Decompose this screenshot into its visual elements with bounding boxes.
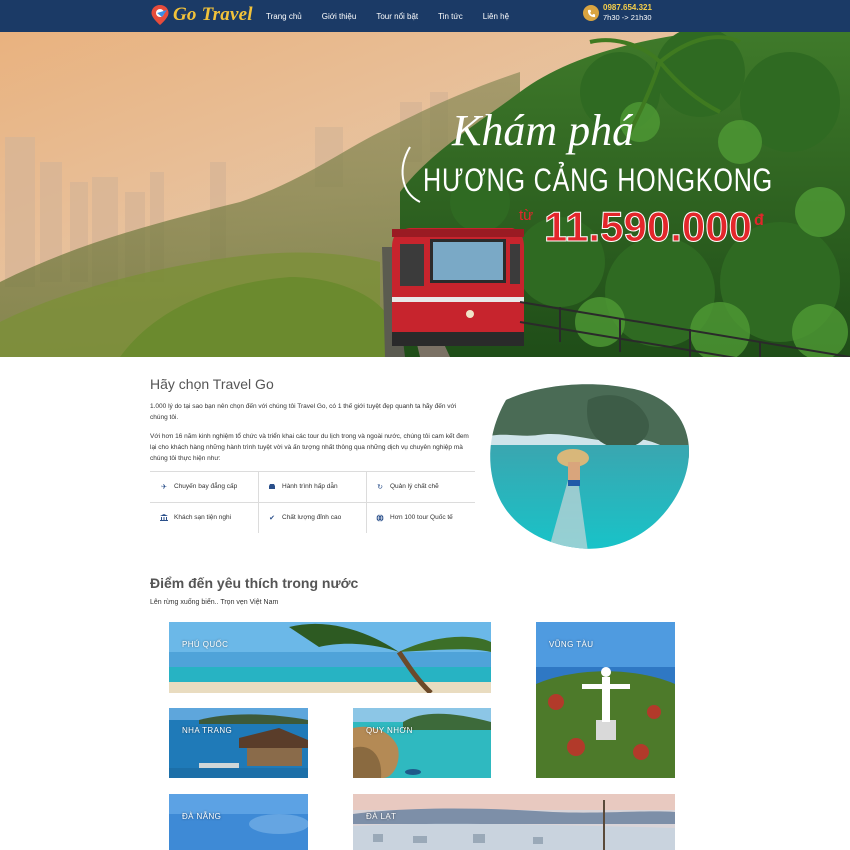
- nav-item-contact[interactable]: Liên hệ: [483, 12, 509, 21]
- feature-label: Hành trình hấp dẫn: [282, 483, 338, 490]
- destination-card-da-nang[interactable]: ĐÀ NẴNG: [169, 794, 308, 850]
- car-icon: [268, 483, 276, 491]
- destination-card-phu-quoc[interactable]: PHÚ QUỐC: [169, 622, 491, 693]
- feature-label: Khách sạn tiện nghi: [174, 514, 232, 521]
- nav-item-about[interactable]: Giới thiệu: [322, 12, 357, 21]
- beach-image: [169, 622, 491, 693]
- feature-item: ↻ Quản lý chất chẽ: [366, 471, 474, 502]
- hero-banner[interactable]: Khám phá HƯƠNG CẢNG HONGKONG từ 11.590.0…: [0, 32, 850, 357]
- hero-price-prefix: từ: [519, 207, 533, 224]
- destination-label: VŨNG TÀU: [549, 640, 594, 649]
- phone-number[interactable]: 0987.654.321: [603, 3, 652, 13]
- feature-item: ✈ Chuyến bay đẳng cấp: [150, 471, 258, 502]
- feature-item: Khách sạn tiện nghi: [150, 502, 258, 533]
- feature-label: Hơn 100 tour Quốc tế: [390, 514, 453, 521]
- main-nav: Trang chủ Giới thiệu Tour nổi bật Tin tứ…: [266, 0, 529, 32]
- plane-icon: ✈: [161, 483, 167, 491]
- destination-card-vung-tau[interactable]: VŨNG TÀU: [536, 622, 675, 778]
- destination-card-nha-trang[interactable]: NHA TRANG: [169, 708, 308, 778]
- why-choose-intro: 1.000 lý do tại sao bạn nên chọn đến với…: [150, 403, 457, 421]
- check-icon: ✔: [269, 514, 275, 522]
- nav-item-news[interactable]: Tin tức: [438, 12, 463, 21]
- feature-label: Chuyến bay đẳng cấp: [174, 483, 238, 490]
- destination-card-da-lat[interactable]: ĐÀ LẠT: [353, 794, 675, 850]
- hero-script-title: Khám phá: [451, 106, 634, 155]
- rocky-beach-image: [353, 708, 491, 778]
- feature-label: Chất lượng đỉnh cao: [282, 514, 342, 521]
- feature-item: Hành trình hấp dẫn: [258, 471, 366, 502]
- hero-image: Khám phá HƯƠNG CẢNG HONGKONG từ 11.590.0…: [0, 32, 850, 357]
- why-choose-description: Với hơn 16 năm kinh nghiệm tổ chức và tr…: [150, 433, 469, 462]
- destination-label: ĐÀ NẴNG: [182, 812, 222, 821]
- destination-card-quy-nhon[interactable]: QUY NHƠN: [353, 708, 491, 778]
- feature-item: ✔ Chất lượng đỉnh cao: [258, 502, 366, 533]
- features-grid: ✈ Chuyến bay đẳng cấp Hành trình hấp dẫn…: [150, 471, 475, 533]
- nav-item-home[interactable]: Trang chủ: [266, 12, 302, 21]
- logo-text: Go Travel: [173, 4, 253, 25]
- map-pin-icon: [150, 4, 170, 26]
- lagoon-image: [478, 380, 693, 552]
- hero-currency: đ: [754, 212, 764, 229]
- destinations-subtitle: Lên rừng xuống biển.. Trọn vẹn Việt Nam: [150, 599, 279, 606]
- contact-text: 0987.654.321 7h30 -> 21h30: [603, 3, 652, 23]
- globe-icon: [376, 513, 384, 522]
- phone-icon: [583, 5, 599, 21]
- hero-price: 11.590.000: [544, 203, 752, 250]
- destination-label: PHÚ QUỐC: [182, 640, 229, 649]
- resort-image: [169, 708, 308, 778]
- feature-item: Hơn 100 tour Quốc tế: [366, 502, 474, 533]
- contact-info[interactable]: 0987.654.321 7h30 -> 21h30: [583, 3, 652, 23]
- destination-label: QUY NHƠN: [366, 726, 413, 735]
- destination-label: ĐÀ LẠT: [366, 812, 397, 821]
- bank-icon: [160, 514, 168, 522]
- sky-image: [169, 794, 308, 850]
- refresh-icon: ↻: [377, 483, 383, 491]
- destinations-title: Điểm đến yêu thích trong nước: [150, 575, 359, 591]
- top-navigation-bar: Go Travel Trang chủ Giới thiệu Tour nổi …: [0, 0, 850, 32]
- opening-hours: 7h30 -> 21h30: [603, 13, 652, 22]
- why-choose-title: Hãy chọn Travel Go: [150, 376, 274, 392]
- nav-item-featured-tours[interactable]: Tour nổi bật: [376, 12, 418, 21]
- hero-title: HƯƠNG CẢNG HONGKONG: [423, 162, 773, 198]
- site-logo[interactable]: Go Travel: [150, 2, 253, 28]
- destination-label: NHA TRANG: [182, 726, 233, 735]
- feature-label: Quản lý chất chẽ: [390, 483, 439, 490]
- misty-city-image: [353, 794, 675, 850]
